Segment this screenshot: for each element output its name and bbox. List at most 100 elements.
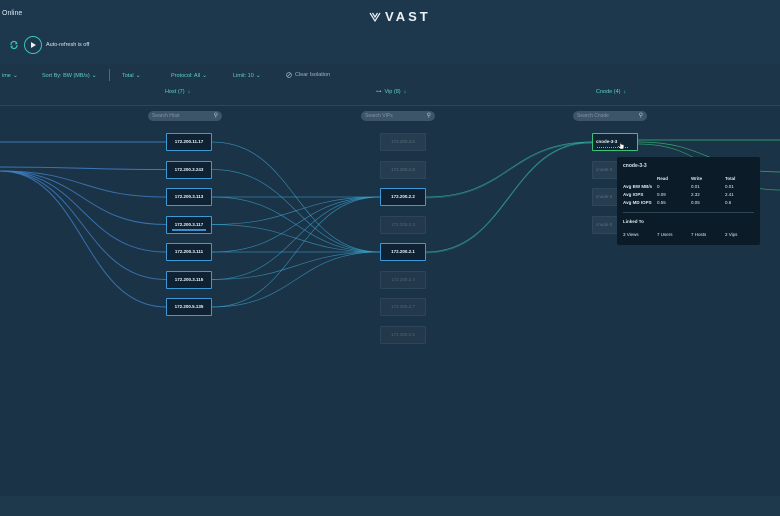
vast-logo-icon: [369, 12, 381, 22]
connection-link: [211, 196, 381, 253]
host-node-label: 172.200.3.115: [174, 276, 204, 282]
brand-name: VAST: [385, 9, 431, 24]
auto-refresh-label: Auto-refresh is off: [46, 42, 90, 48]
connection-link: [211, 196, 381, 253]
connection-link: [425, 142, 593, 254]
tooltip-value-cell: 0.01: [725, 184, 734, 189]
host-column-header[interactable]: Host (7) ↓: [165, 89, 190, 95]
host-node[interactable]: 172.200.3.243: [166, 160, 212, 179]
tooltip-value-cell: 0: [657, 184, 660, 189]
linked-to-row: 3 Views 7 Users 7 Hosts 2 Vips: [623, 232, 754, 237]
vip-search-input[interactable]: Search VIPs ⚲: [361, 111, 435, 121]
connection-status: Online: [2, 10, 23, 17]
host-node[interactable]: 172.200.11.17: [166, 133, 212, 151]
refresh-icon[interactable]: [9, 40, 19, 50]
tooltip-stats-table: Read Write Total Avg BW MB/s 0 0.01 0.01 Avg IO…: [623, 176, 754, 205]
vip-node-label: 172.200.2.8: [391, 166, 415, 172]
linked-to-item: 7 Hosts: [691, 232, 707, 237]
vip-search-placeholder: Search VIPs: [365, 113, 393, 119]
host-node[interactable]: 172.200.3.115: [166, 270, 212, 289]
vip-node[interactable]: 172.200.2.2: [380, 188, 426, 206]
tooltip-value-cell: 0.05: [691, 200, 700, 205]
host-search-placeholder: Search Host: [152, 113, 180, 119]
host-node-label: 172.200.3.113: [174, 194, 204, 199]
connection-link: [425, 142, 593, 199]
vip-node[interactable]: 172.200.2.7: [380, 298, 426, 316]
sort-arrow-icon: ↓: [623, 89, 627, 95]
vip-node[interactable]: 172.200.2.8: [380, 160, 426, 179]
tooltip-header-cell: Read: [657, 176, 669, 181]
limit-dropdown[interactable]: Limit: 10 ⌄: [233, 72, 261, 80]
time-filter[interactable]: ime ⌄: [2, 72, 18, 80]
filter-bar: [0, 64, 780, 106]
host-node[interactable]: 172.200.5.135: [166, 298, 212, 316]
host-node-label: 172.200.3.243: [174, 166, 204, 172]
linked-to-title: Linked To: [623, 219, 644, 224]
filter-divider: [109, 69, 110, 81]
link-icon: ⊶: [376, 89, 382, 95]
connection-link: [0, 170, 167, 253]
tooltip-row-label: Avg MD IOPS: [623, 200, 652, 205]
connection-link: [211, 251, 381, 280]
cnode-node-label: cnode-3: [596, 194, 613, 199]
clear-isolation-button[interactable]: Clear Isolation: [286, 72, 330, 78]
bottom-band: [0, 496, 780, 516]
vip-node[interactable]: 172.200.2.3: [380, 215, 426, 234]
vast-logo: VAST: [369, 9, 431, 24]
connection-link: [211, 196, 381, 225]
host-node[interactable]: 172.200.3.117: [166, 215, 212, 234]
sort-by-dropdown[interactable]: Sort By: BW (MB/s) ⌄: [42, 72, 97, 80]
activity-bar: [172, 229, 206, 231]
tooltip-divider: [623, 212, 754, 213]
chevron-down-icon: ⌄: [135, 73, 141, 79]
vip-node-label: 172.200.2.4: [391, 276, 415, 282]
cnode-node[interactable]: cnode-3-3: [592, 133, 638, 151]
cnode-column-header[interactable]: Cnode (4) ↓: [596, 89, 626, 95]
tooltip-value-cell: 0.6: [725, 200, 732, 205]
vip-column-title: Vip (8): [384, 89, 401, 95]
tooltip-row-label: Avg IOPS: [623, 192, 644, 197]
vip-node[interactable]: 172.200.2.4: [380, 270, 426, 289]
tooltip-header-cell: Write: [691, 176, 703, 181]
cnode-column-title: Cnode (4): [596, 89, 621, 95]
host-node[interactable]: 172.200.3.111: [166, 243, 212, 261]
play-button[interactable]: [24, 36, 42, 54]
connection-link: [211, 196, 381, 308]
tooltip-value-cell: 2.41: [725, 192, 734, 197]
tooltip-value-cell: 0.55: [657, 200, 666, 205]
total-dropdown[interactable]: Total ⌄: [122, 72, 141, 80]
host-node-label: 172.200.3.111: [174, 249, 204, 254]
mouse-cursor-icon: [617, 140, 625, 150]
connection-link: [425, 141, 593, 253]
tooltip-value-cell: 0.01: [691, 184, 700, 189]
connection-link: [0, 166, 167, 170]
cnode-node-label: cnode-3: [596, 221, 613, 227]
vip-node-label: 172.200.2.2: [391, 194, 415, 199]
sort-arrow-icon: ↓: [403, 89, 407, 95]
cnode-search-placeholder: Search Cnode: [577, 113, 609, 119]
protocol-dropdown[interactable]: Protocol: All ⌄: [171, 72, 207, 80]
vip-node[interactable]: 172.200.2.6: [380, 133, 426, 151]
cnode-node-label: cnode-3-3: [596, 139, 618, 144]
vip-column-header[interactable]: ⊶ Vip (8) ↓: [376, 89, 406, 95]
vip-node[interactable]: 172.200.2.1: [380, 243, 426, 261]
vip-node[interactable]: 172.200.2.5: [380, 325, 426, 344]
host-node[interactable]: 172.200.3.113: [166, 188, 212, 206]
vip-node-label: 172.200.2.3: [391, 221, 415, 227]
sort-by-label: Sort By: BW (MB/s): [42, 72, 90, 79]
host-search-input[interactable]: Search Host ⚲: [148, 111, 222, 121]
cnode-node-label: cnode-3: [596, 166, 613, 172]
tooltip-header-cell: [623, 176, 657, 181]
search-icon: ⚲: [426, 113, 431, 119]
vip-node-label: 172.200.2.5: [391, 331, 415, 337]
vip-node-label: 172.200.2.6: [391, 139, 415, 144]
protocol-label: Protocol: All: [171, 72, 201, 79]
connection-link: [211, 224, 381, 253]
cnode-search-input[interactable]: Search Cnode ⚲: [573, 111, 647, 121]
clear-isolation-label: Clear Isolation: [295, 72, 331, 78]
search-icon: ⚲: [213, 113, 218, 119]
host-column-title: Host (7): [165, 89, 185, 95]
chevron-down-icon: ⌄: [91, 73, 97, 79]
limit-label: Limit: 10: [233, 72, 254, 79]
total-label: Total: [122, 72, 134, 79]
